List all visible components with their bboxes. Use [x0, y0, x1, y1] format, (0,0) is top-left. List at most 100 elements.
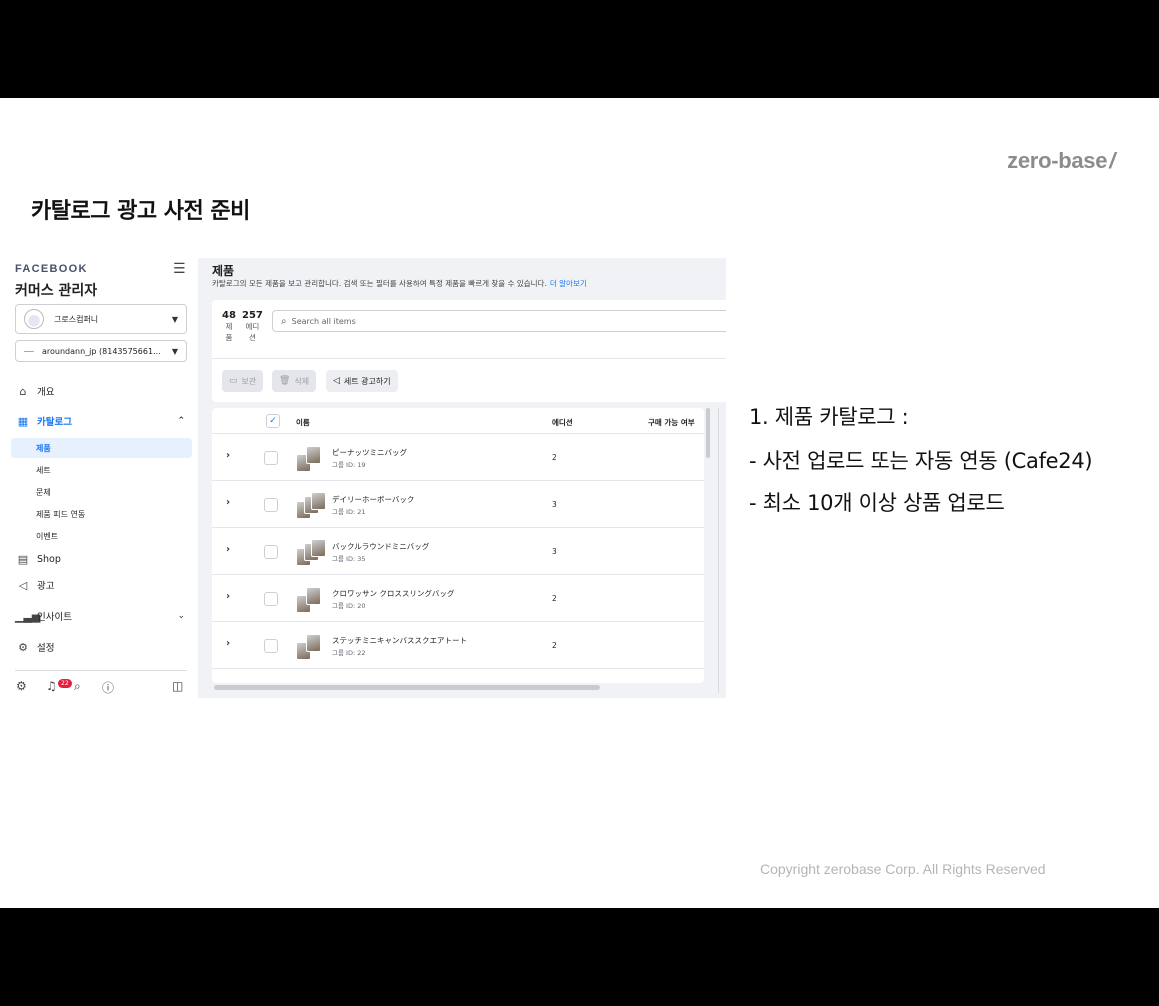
gear-icon[interactable]: ⚙: [16, 679, 27, 693]
product-group-id: 그룹 ID: 35: [332, 555, 366, 563]
caret-down-icon: ▼: [171, 346, 178, 356]
nav-shop[interactable]: ▤ Shop: [15, 548, 193, 570]
sidebar-item-events[interactable]: 이벤트: [11, 526, 192, 546]
sidebar-item-products[interactable]: 제품: [11, 438, 192, 458]
products-table: ✓ 이름 에디션 구매 가능 여부 › ピーナッツミニバッグ 그룹 ID: 19…: [212, 408, 704, 683]
product-editions: 2: [552, 453, 557, 462]
learn-more-link[interactable]: 더 알아보기: [550, 279, 587, 288]
sidebar-item-feed[interactable]: 제품 피드 연동: [11, 504, 192, 524]
delete-button[interactable]: 🗑 삭제: [272, 370, 317, 392]
help-icon[interactable]: ⓘ: [102, 679, 114, 696]
column-editions[interactable]: 에디션: [552, 417, 573, 428]
product-count-stat: 48 제 품: [222, 310, 236, 343]
bell-icon[interactable]: ♫: [46, 679, 57, 693]
product-editions: 3: [552, 500, 557, 509]
nav-overview-label: 개요: [37, 387, 55, 398]
product-thumbnail: [296, 444, 326, 474]
column-name[interactable]: 이름: [296, 417, 310, 428]
sidebar-item-issues[interactable]: 문제: [11, 482, 192, 502]
shop-icon: ▤: [17, 552, 29, 566]
nav-settings[interactable]: ⚙ 설정: [15, 636, 193, 658]
nav-ads[interactable]: ◁ 광고: [15, 574, 193, 596]
product-count-label: 제: [225, 322, 233, 331]
product-name[interactable]: デイリーホーボーバック: [332, 494, 414, 505]
select-all-checkbox[interactable]: ✓: [266, 414, 280, 428]
search-placeholder: Search all items: [291, 316, 356, 326]
row-checkbox[interactable]: [264, 639, 278, 653]
row-checkbox[interactable]: [264, 498, 278, 512]
table-row[interactable]: › ステッチミニキャンバススクエアトート 그룹 ID: 22 2: [212, 623, 704, 669]
caret-down-icon: ▼: [171, 314, 178, 324]
horizontal-scrollbar[interactable]: [214, 685, 600, 690]
table-row[interactable]: › デイリーホーボーバック 그룹 ID: 21 3: [212, 482, 704, 528]
table-row[interactable]: › クロワッサン クロススリングバッグ 그룹 ID: 20 2: [212, 576, 704, 622]
nav-catalog-label: 카탈로그: [37, 417, 72, 428]
chevron-down-icon: ⌄: [177, 611, 185, 621]
edition-count-value: 257: [242, 310, 263, 321]
chevron-right-icon[interactable]: ›: [226, 450, 230, 461]
sidebar: FACEBOOK ☰ 커머스 관리자 그로스컴퍼니 ▼ aroundann_jp…: [10, 258, 198, 698]
product-editions: 2: [552, 594, 557, 603]
chevron-up-icon: ⌃: [177, 416, 185, 426]
nav-overview[interactable]: ⌂ 개요: [15, 380, 193, 402]
row-checkbox[interactable]: [264, 451, 278, 465]
edition-count-label: 에디: [245, 322, 260, 331]
sidebar-footer: ⚙ ♫ 22 ⌕ ⓘ ◫: [16, 679, 188, 697]
product-count-value: 48: [222, 310, 236, 321]
hamburger-icon[interactable]: ☰: [173, 261, 186, 277]
point-item: - 최소 10개 이상 상품 업로드: [749, 491, 1005, 515]
chevron-right-icon[interactable]: ›: [226, 497, 230, 508]
product-group-id: 그룹 ID: 20: [332, 602, 366, 610]
row-checkbox[interactable]: [264, 592, 278, 606]
archive-label: 보관: [241, 376, 257, 386]
sidebar-title: 커머스 관리자: [15, 283, 98, 299]
catalog-select[interactable]: aroundann_jp (8143575661... ▼: [15, 340, 187, 362]
chevron-right-icon[interactable]: ›: [226, 638, 230, 649]
sidebar-item-sets[interactable]: 세트: [11, 460, 192, 480]
chevron-right-icon[interactable]: ›: [226, 591, 230, 602]
product-count-label: 품: [225, 333, 233, 342]
column-availability[interactable]: 구매 가능 여부: [648, 417, 695, 428]
search-icon[interactable]: ⌕: [74, 679, 81, 694]
product-group-id: 그룹 ID: 22: [332, 649, 366, 657]
chart-icon: ▁▃▅: [15, 609, 41, 623]
product-name[interactable]: ピーナッツミニバッグ: [332, 447, 407, 458]
catalog-summary-card: 48 제 품 257 에디 션 ⌕ Search all items ▭ 보관 🗑…: [212, 300, 726, 402]
product-thumbnail: [296, 632, 326, 662]
vertical-scrollbar[interactable]: [706, 408, 710, 458]
archive-button[interactable]: ▭ 보관: [222, 370, 264, 392]
search-icon: ⌕: [281, 315, 287, 327]
slide-title: 카탈로그 광고 사전 준비: [31, 199, 250, 224]
notification-badge: 22: [58, 679, 72, 688]
product-name[interactable]: ステッチミニキャンバススクエアトート: [332, 635, 467, 646]
edition-count-stat: 257 에디 션: [242, 310, 263, 343]
table-row[interactable]: › バックルラウンドミニバッグ 그룹 ID: 35 3: [212, 529, 704, 575]
slide: zero-base/ 카탈로그 광고 사전 준비 FACEBOOK ☰ 커머스 …: [0, 98, 1159, 908]
catalog-dash-icon: [24, 350, 34, 352]
gear-icon: ⚙: [18, 640, 28, 654]
search-input[interactable]: ⌕ Search all items: [272, 310, 726, 332]
product-name[interactable]: バックルラウンドミニバッグ: [332, 541, 429, 552]
main-content: 제품 카탈로그의 모든 제품을 보고 관리합니다. 검색 또는 필터를 사용하여…: [198, 258, 726, 698]
business-select[interactable]: 그로스컴퍼니 ▼: [15, 304, 187, 334]
table-header: ✓ 이름 에디션 구매 가능 여부: [212, 408, 704, 434]
nav-shop-label: Shop: [37, 553, 61, 565]
product-name[interactable]: クロワッサン クロススリングバッグ: [332, 588, 454, 599]
commerce-manager-screenshot: FACEBOOK ☰ 커머스 관리자 그로스컴퍼니 ▼ aroundann_jp…: [10, 258, 726, 698]
chevron-right-icon[interactable]: ›: [226, 544, 230, 555]
zero-base-logo: zero-base/: [1007, 148, 1115, 173]
nav-insights[interactable]: ▁▃▅ 인사이트 ⌄: [15, 605, 193, 627]
edition-count-label: 션: [248, 333, 256, 342]
megaphone-icon: ◁: [18, 578, 28, 592]
advertise-set-button[interactable]: ◁ 세트 광고하기: [326, 370, 398, 392]
grid-icon: ▦: [17, 414, 29, 428]
trash-icon: 🗑: [279, 376, 291, 386]
point-heading: 1. 제품 카탈로그 :: [749, 405, 909, 429]
table-row[interactable]: › ピーナッツミニバッグ 그룹 ID: 19 2: [212, 435, 704, 481]
row-checkbox[interactable]: [264, 545, 278, 559]
advertise-set-label: 세트 광고하기: [343, 376, 391, 386]
nav-catalog[interactable]: ▦ 카탈로그 ⌃: [15, 410, 193, 432]
product-group-id: 그룹 ID: 19: [332, 461, 366, 469]
panel-divider: [718, 408, 719, 693]
panel-toggle-icon[interactable]: ◫: [172, 679, 183, 693]
